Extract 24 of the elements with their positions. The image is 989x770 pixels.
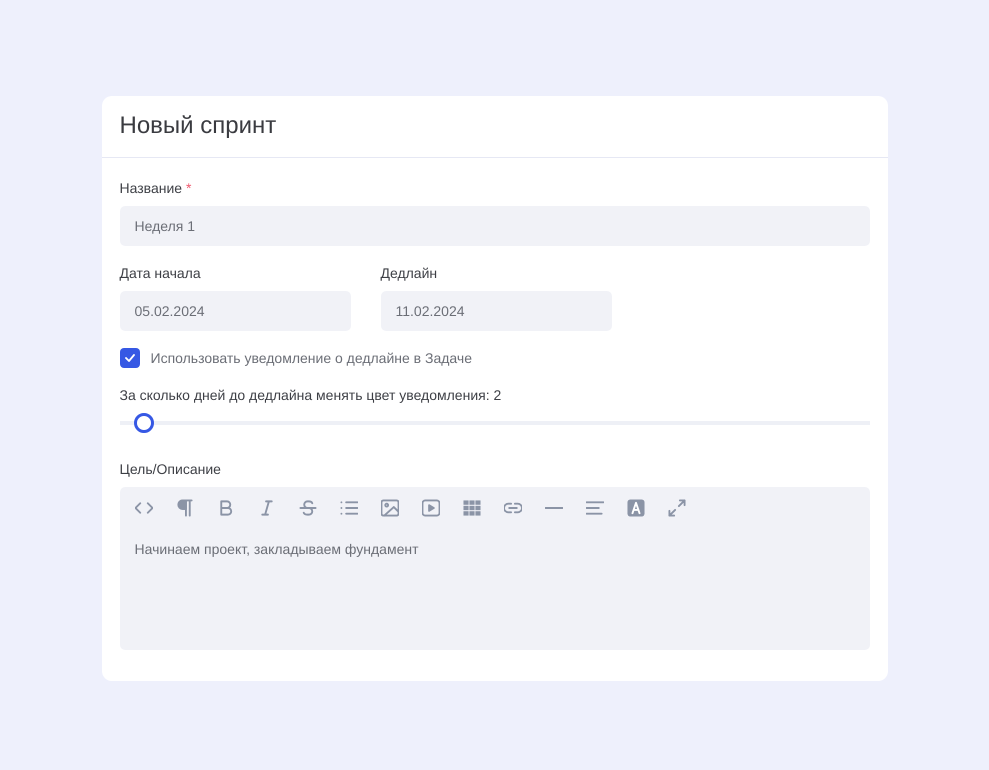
field-label: Дедлайн bbox=[380, 265, 438, 282]
checkbox-label: Использовать уведомление о дедлайне в Задаче bbox=[150, 350, 472, 366]
text-color-icon[interactable] bbox=[626, 499, 644, 517]
card-title: Новый спринт bbox=[120, 112, 276, 141]
description-field[interactable]: Начинаем проект, закладываем фундамент bbox=[120, 517, 870, 650]
play-icon[interactable] bbox=[422, 499, 440, 517]
slider-label: За сколько дней до дедлайна менять цвет уведомления: 2 bbox=[120, 387, 502, 404]
date-input[interactable]: 11.02.2024 bbox=[380, 291, 612, 331]
expand-icon[interactable] bbox=[668, 499, 686, 517]
field-label: Дата начала bbox=[120, 265, 201, 282]
image-icon[interactable] bbox=[380, 499, 398, 517]
list-icon[interactable] bbox=[340, 499, 358, 517]
strikethrough-icon[interactable] bbox=[298, 499, 316, 517]
pilcrow-icon[interactable] bbox=[176, 499, 194, 517]
field-label: Название * bbox=[120, 180, 192, 197]
slider-thumb[interactable] bbox=[134, 413, 154, 433]
date-input[interactable]: 05.02.2024 bbox=[120, 291, 350, 331]
check-icon bbox=[124, 354, 134, 362]
name-input[interactable]: Неделя 1 bbox=[120, 206, 870, 246]
field-label: Цель/Описание bbox=[120, 461, 221, 478]
table-icon[interactable] bbox=[462, 499, 480, 517]
align-left-icon[interactable] bbox=[586, 499, 604, 517]
checkbox[interactable] bbox=[120, 348, 140, 368]
text-editor[interactable]: Начинаем проект, закладываем фундамент bbox=[120, 487, 870, 650]
